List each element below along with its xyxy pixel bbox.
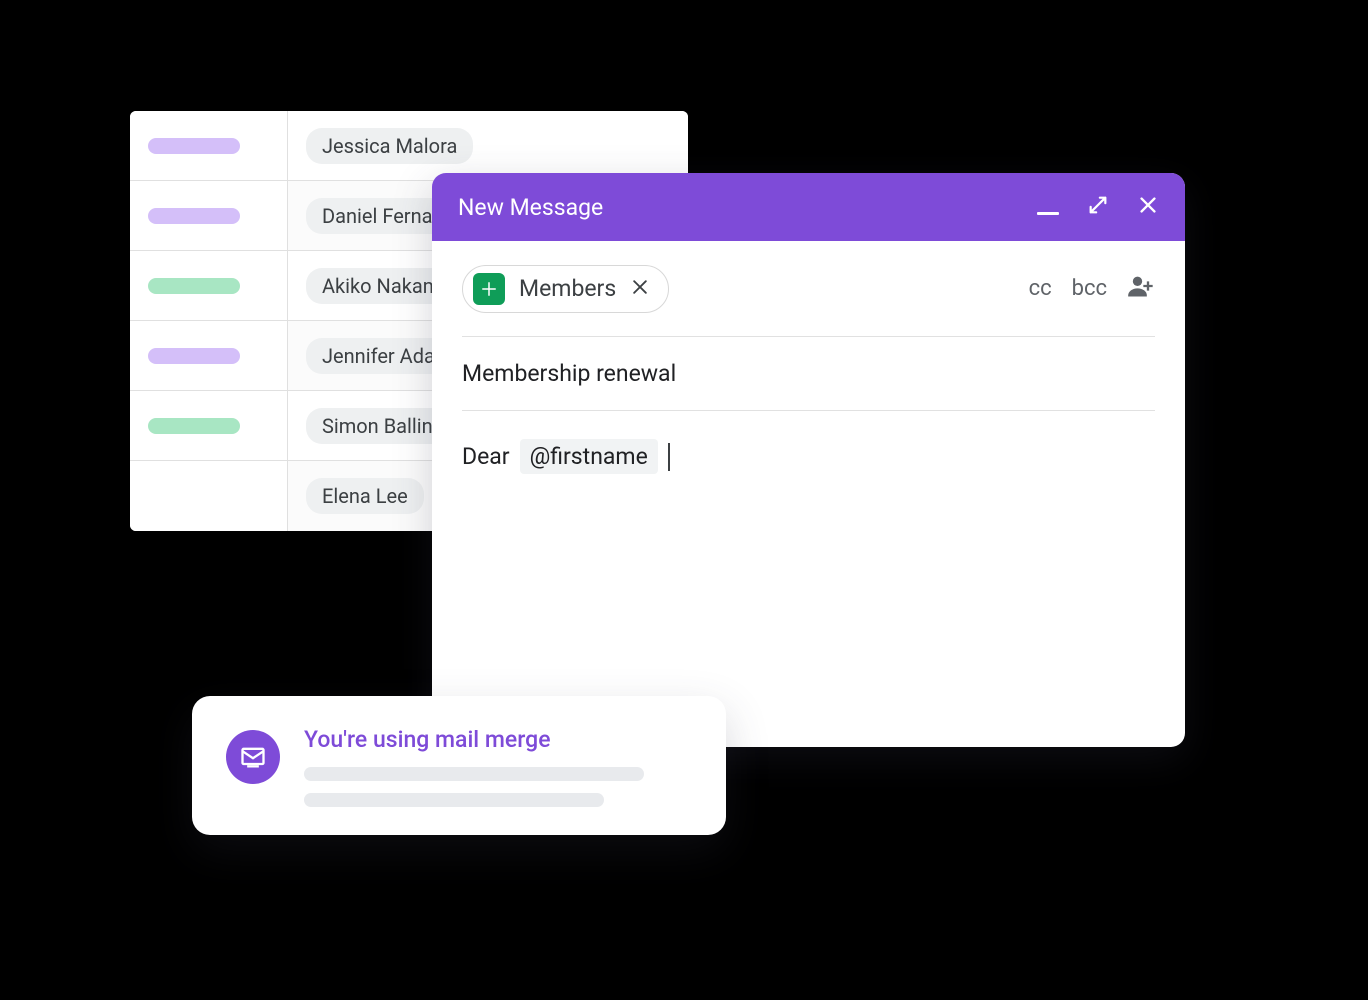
add-person-icon[interactable] (1127, 272, 1155, 306)
minimize-icon[interactable] (1037, 200, 1059, 215)
close-icon[interactable] (1137, 194, 1159, 220)
mail-merge-notification[interactable]: You're using mail merge (192, 696, 726, 835)
status-pill (148, 348, 240, 364)
cell-status[interactable] (130, 111, 288, 180)
recipient-name: Members (519, 275, 616, 302)
skeleton-line (304, 767, 644, 781)
compose-title: New Message (458, 194, 1037, 221)
mail-merge-icon (226, 730, 280, 784)
sheets-icon (473, 273, 505, 305)
contact-chip: Elena Lee (306, 478, 424, 514)
table-row[interactable]: Jessica Malora (130, 111, 688, 181)
cell-status[interactable] (130, 321, 288, 390)
status-pill (148, 418, 240, 434)
notification-title: You're using mail merge (304, 726, 692, 753)
status-pill (148, 278, 240, 294)
cc-button[interactable]: cc (1029, 276, 1052, 301)
merge-token[interactable]: @firstname (520, 439, 658, 474)
bcc-button[interactable]: bcc (1072, 276, 1107, 301)
to-field[interactable]: Members cc bcc (462, 241, 1155, 337)
compose-window: New Message Members cc (432, 173, 1185, 747)
status-pill (148, 208, 240, 224)
cell-status[interactable] (130, 391, 288, 460)
expand-icon[interactable] (1087, 194, 1109, 220)
subject-field[interactable]: Membership renewal (462, 337, 1155, 411)
status-pill (148, 138, 240, 154)
contact-chip: Jessica Malora (306, 128, 473, 164)
subject-text: Membership renewal (462, 360, 676, 387)
body-field[interactable]: Dear @firstname (462, 411, 1155, 474)
cell-name[interactable]: Jessica Malora (288, 111, 688, 180)
compose-header: New Message (432, 173, 1185, 241)
remove-recipient-icon[interactable] (630, 277, 650, 301)
cell-status[interactable] (130, 461, 288, 531)
cell-status[interactable] (130, 181, 288, 250)
cell-status[interactable] (130, 251, 288, 320)
recipient-chip[interactable]: Members (462, 265, 669, 313)
skeleton-line (304, 793, 604, 807)
text-cursor (668, 443, 670, 471)
body-text: Dear (462, 443, 510, 470)
